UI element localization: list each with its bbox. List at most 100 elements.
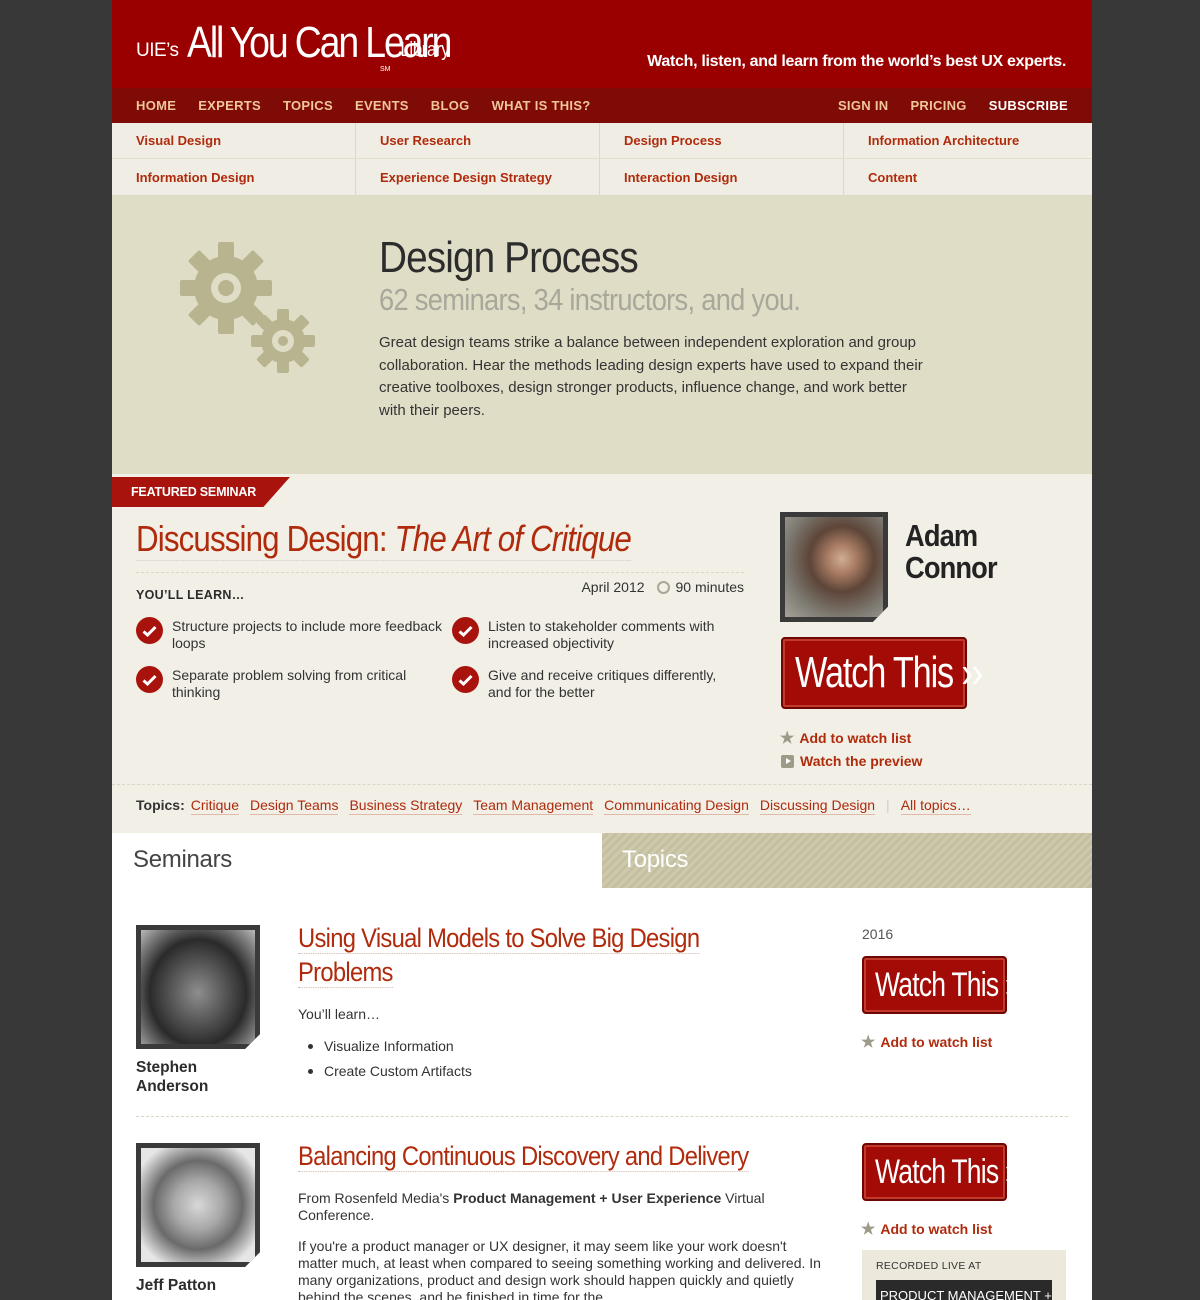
watch-this-button[interactable]: Watch This ›› — [862, 956, 1022, 1014]
add-to-watchlist-link[interactable]: ★ Add to watch list — [780, 728, 911, 748]
nav-blog[interactable]: BLOG — [431, 98, 470, 113]
main-nav: HOME EXPERTS TOPICS EVENTS BLOG WHAT IS … — [112, 88, 1092, 123]
recorded-label: RECORDED LIVE AT — [876, 1260, 982, 1272]
seminar-author-avatar[interactable] — [136, 925, 260, 1049]
star-icon: ★ — [861, 1221, 876, 1238]
author-photo — [785, 517, 883, 617]
learn-item-text: Structure projects to include more feedb… — [172, 618, 443, 651]
add-to-watchlist-label: Add to watch list — [799, 730, 912, 746]
topic-tag[interactable]: Communicating Design — [604, 797, 749, 815]
topic-tag[interactable]: Critique — [190, 797, 239, 815]
seminar-title[interactable]: Using Visual Models to Solve Big Design … — [298, 921, 738, 989]
add-to-watchlist-label: Add to watch list — [880, 1034, 993, 1050]
nav-experts[interactable]: EXPERTS — [198, 98, 261, 113]
topic-link[interactable]: User Research — [356, 123, 600, 159]
watch-preview-link[interactable]: Watch the preview — [781, 753, 922, 769]
seminar-author-avatar[interactable] — [136, 1143, 260, 1267]
hero-section: Design Process 62 seminars, 34 instructo… — [112, 196, 1092, 474]
author-name[interactable]: Adam Connor — [905, 518, 998, 584]
page-subtitle: 62 seminars, 34 instructors, and you. — [379, 282, 801, 317]
site-logo[interactable]: UIE’s All You Can Learn SM Library — [136, 18, 453, 73]
topic-tag[interactable]: Team Management — [473, 797, 594, 815]
nav-what-is-this[interactable]: WHAT IS THIS? — [492, 98, 591, 113]
tab-seminars[interactable]: Seminars — [112, 833, 602, 888]
topic-link[interactable]: Visual Design — [112, 123, 356, 159]
seminar-bullets: Visualize Information Create Custom Arti… — [298, 1030, 828, 1080]
learn-list: Structure projects to include more feedb… — [136, 617, 736, 701]
featured-seminar: FEATURED SEMINAR Discussing Design: The … — [112, 474, 1092, 834]
topic-link[interactable]: Content — [844, 159, 1092, 195]
topic-link[interactable]: Design Process — [600, 123, 844, 159]
topic-link[interactable]: Information Architecture — [844, 123, 1092, 159]
page-title: Design Process — [379, 233, 639, 282]
all-topics-link[interactable]: All topics… — [900, 797, 971, 815]
seminar-year: 2016 — [862, 926, 894, 942]
watch-preview-label: Watch the preview — [800, 753, 923, 769]
checkmark-icon — [452, 666, 479, 693]
author-avatar[interactable] — [780, 512, 888, 622]
topic-link[interactable]: Interaction Design — [600, 159, 844, 195]
featured-title-plain: Discussing Design: — [136, 518, 388, 559]
seminar-author-photo — [141, 930, 255, 1044]
topic-tag[interactable]: Business Strategy — [349, 797, 463, 815]
watch-this-button[interactable]: Watch This ›› — [862, 1143, 1022, 1201]
checkmark-icon — [136, 617, 163, 644]
logo-title: All You Can Learn — [186, 18, 452, 67]
add-to-watchlist-link[interactable]: ★ Add to watch list — [861, 1219, 992, 1239]
watch-this-label: Watch This ›› — [875, 965, 1022, 1004]
nav-pricing[interactable]: PRICING — [910, 98, 966, 113]
seminar-author-name[interactable]: Jeff Patton — [136, 1276, 256, 1295]
learn-label: YOU’LL LEARN… — [136, 588, 245, 602]
learn-item-text: Give and receive critiques differently, … — [488, 667, 717, 700]
topic-grid: Visual Design User Research Design Proce… — [112, 123, 1092, 196]
topic-tag[interactable]: Design Teams — [250, 797, 339, 815]
gears-icon — [180, 242, 315, 373]
seminar-source-pre: From Rosenfeld Media's — [298, 1190, 454, 1206]
topic-tag[interactable]: Discussing Design — [759, 797, 876, 815]
watch-this-label: Watch This ›› — [875, 1152, 1022, 1191]
add-to-watchlist-link[interactable]: ★ Add to watch list — [861, 1032, 992, 1052]
seminar-author-name[interactable]: Stephen Anderson — [136, 1058, 236, 1096]
featured-title[interactable]: Discussing Design: The Art of Critique — [136, 518, 632, 561]
divider — [136, 1116, 1068, 1117]
hero-description: Great design teams strike a balance betw… — [379, 334, 923, 419]
watch-this-button[interactable]: Watch This ›› — [781, 637, 983, 709]
featured-title-italic: The Art of Critique — [394, 518, 632, 559]
nav-home[interactable]: HOME — [136, 98, 176, 113]
recorded-live-badge[interactable]: RECORDED LIVE AT PRODUCT MANAGEMENT + US… — [862, 1250, 1066, 1300]
learn-item-text: Listen to stakeholder comments with incr… — [488, 618, 715, 651]
nav-events[interactable]: EVENTS — [355, 98, 409, 113]
site-header: UIE’s All You Can Learn SM Library Watch… — [112, 0, 1092, 88]
separator: | — [886, 797, 890, 813]
featured-ribbon: FEATURED SEMINAR — [112, 477, 290, 507]
clock-icon — [656, 580, 670, 594]
tab-topics[interactable]: Topics — [602, 833, 1092, 888]
seminar-title-text: Using Visual Models to Solve Big Design … — [298, 923, 700, 988]
featured-topics: Topics: Critique Design Teams Business S… — [112, 784, 1092, 815]
star-icon: ★ — [861, 1034, 876, 1051]
logo-prefix: UIE’s — [136, 40, 179, 61]
learn-item: Give and receive critiques differently, … — [452, 666, 742, 701]
topic-link[interactable]: Experience Design Strategy — [356, 159, 600, 195]
conference-banner: PRODUCT MANAGEMENT + USER — [876, 1280, 1052, 1300]
content-tabs: Seminars Topics — [112, 833, 1092, 888]
seminar-description: If you're a product manager or UX design… — [298, 1238, 821, 1300]
seminar-title[interactable]: Balancing Continuous Discovery and Deliv… — [298, 1139, 791, 1173]
checkmark-icon — [136, 666, 163, 693]
nav-topics[interactable]: TOPICS — [283, 98, 333, 113]
author-first-name: Adam — [905, 518, 978, 553]
tagline: Watch, listen, and learn from the world’… — [647, 53, 1066, 70]
watch-this-label: Watch This ›› — [795, 648, 983, 697]
nav-sign-in[interactable]: SIGN IN — [838, 98, 889, 113]
topic-link[interactable]: Information Design — [112, 159, 356, 195]
play-icon — [781, 754, 794, 768]
seminar-title-text: Balancing Continuous Discovery and Deliv… — [298, 1141, 749, 1172]
featured-meta: April 2012 90 minutes — [581, 579, 744, 595]
checkmark-icon — [452, 617, 479, 644]
bullet-item: Visualize Information — [298, 1038, 828, 1055]
featured-duration: 90 minutes — [675, 579, 744, 595]
page: UIE’s All You Can Learn SM Library Watch… — [112, 0, 1092, 1300]
star-icon: ★ — [780, 730, 795, 747]
logo-service-mark: SM — [380, 66, 391, 73]
nav-subscribe[interactable]: SUBSCRIBE — [989, 98, 1068, 113]
